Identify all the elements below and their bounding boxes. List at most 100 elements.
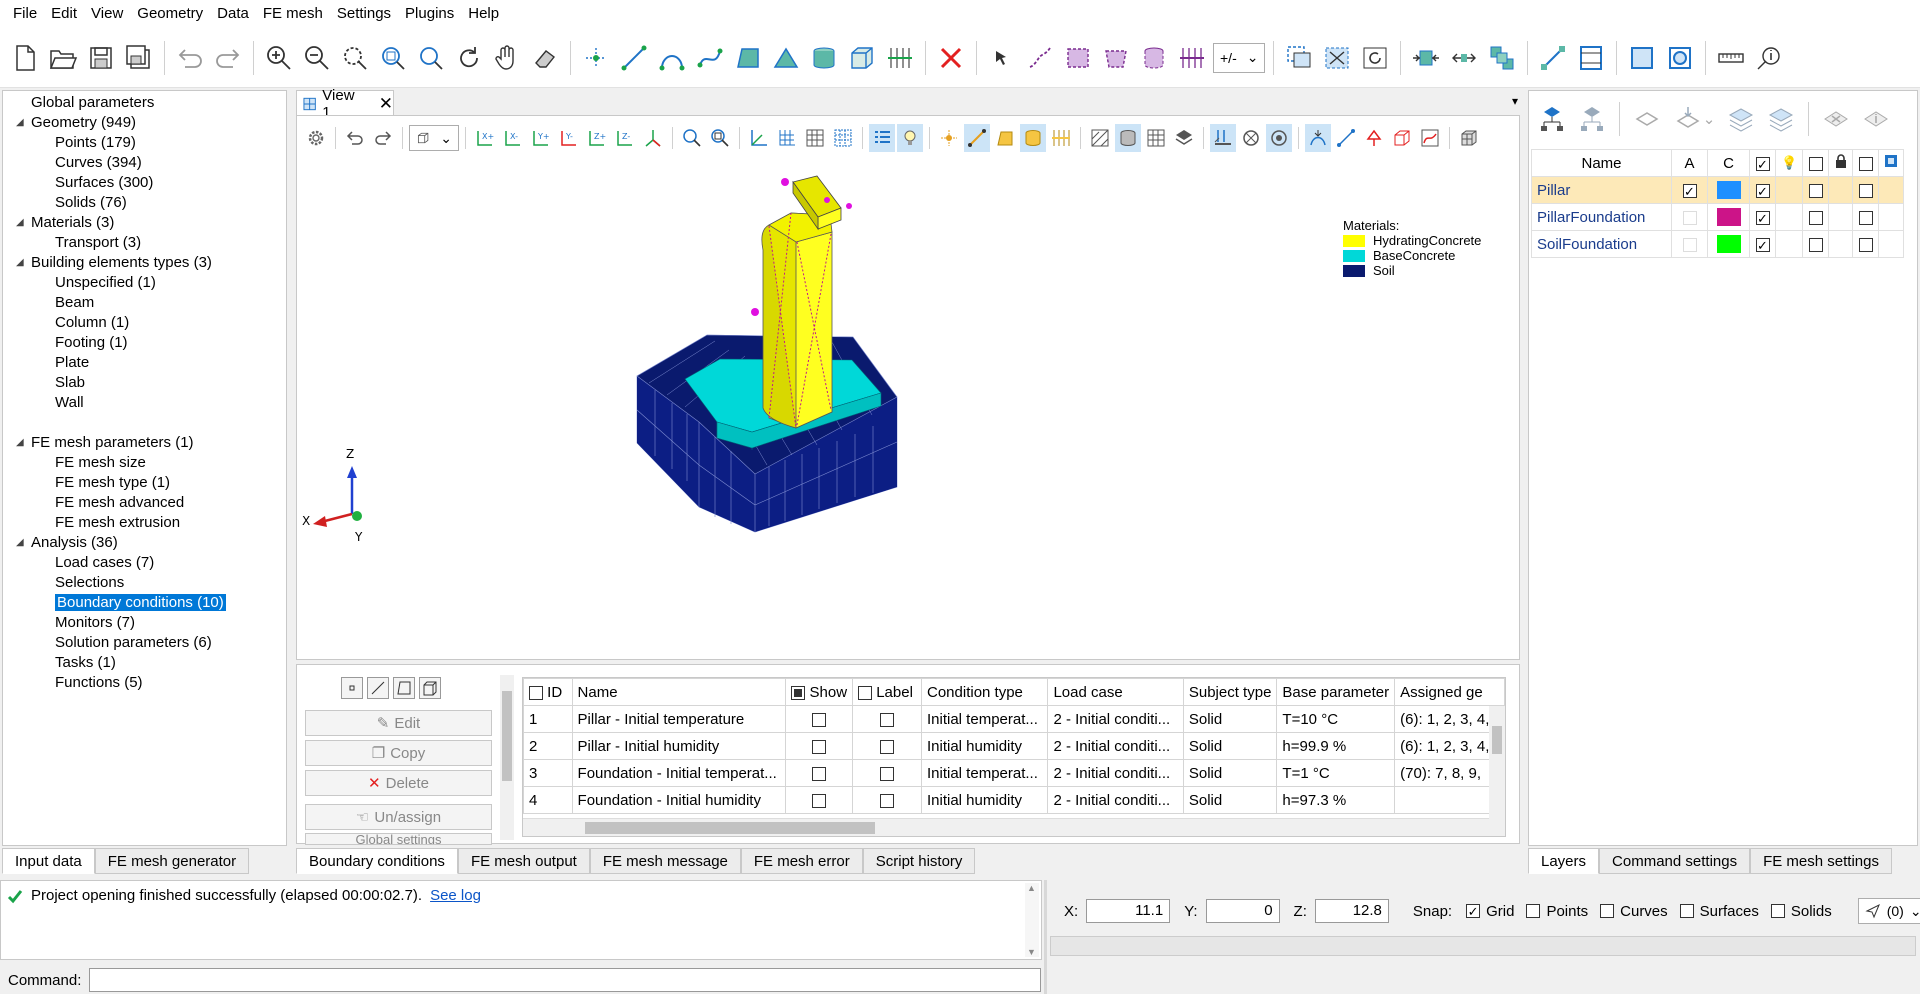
show-fe-mesh-icon[interactable] xyxy=(1115,124,1141,152)
show-surfaces-icon[interactable] xyxy=(992,124,1018,152)
show-extrusion-icon[interactable] xyxy=(1048,124,1074,152)
cell-condition-type[interactable]: Initial temperat... xyxy=(920,705,1049,733)
tree-node[interactable]: Footing (1) xyxy=(3,333,286,353)
tree-node[interactable]: Solids (76) xyxy=(3,193,286,213)
merge-icon[interactable] xyxy=(1485,41,1519,75)
filter-point-icon[interactable] xyxy=(341,677,363,699)
undo-icon[interactable] xyxy=(173,41,207,75)
show-checkbox[interactable] xyxy=(812,739,827,754)
layer-lock-checkbox[interactable] xyxy=(1808,210,1823,225)
layers-column-name[interactable]: Name xyxy=(1531,149,1672,177)
tree-node[interactable]: Monitors (7) xyxy=(3,613,286,633)
splitter[interactable] xyxy=(1044,880,1047,994)
label-checkbox[interactable] xyxy=(880,766,895,781)
cell-load-case[interactable]: 2 - Initial conditi... xyxy=(1047,786,1184,814)
layers-column-extra[interactable] xyxy=(1852,149,1880,177)
unassign-button[interactable]: ☜ Un/assign xyxy=(305,804,492,830)
tree-node[interactable]: ◢ Geometry (949) xyxy=(3,113,286,133)
tab-fe-mesh-generator[interactable]: FE mesh generator xyxy=(94,848,250,874)
show-solid-ids-icon[interactable] xyxy=(1389,124,1415,152)
view-cube-dropdown[interactable]: ⌄ xyxy=(409,125,459,151)
fe-mesh-icon[interactable] xyxy=(1625,41,1659,75)
tree-node[interactable]: Tasks (1) xyxy=(3,653,286,673)
cell-base-parameter[interactable]: h=99.9 % xyxy=(1276,732,1396,760)
layer-color-swatch[interactable] xyxy=(1716,181,1741,200)
tree-node[interactable]: Transport (3) xyxy=(3,233,286,253)
visible-all-checkbox[interactable] xyxy=(1755,156,1770,171)
tab-view-1[interactable]: View 1 ✕ xyxy=(296,87,394,121)
tab-fe-mesh-settings[interactable]: FE mesh settings xyxy=(1750,848,1892,874)
view-zoom-select-icon[interactable] xyxy=(707,124,733,152)
show-all-checkbox[interactable] xyxy=(791,685,806,700)
show-curves-icon[interactable] xyxy=(964,124,990,152)
cell-id[interactable]: 2 xyxy=(523,732,573,760)
tree-node[interactable]: ◢ Analysis (36) xyxy=(3,533,286,553)
tree-node[interactable]: ◢ FE mesh parameters (1) xyxy=(3,433,286,453)
column-load-case[interactable]: Load case xyxy=(1047,678,1184,706)
cell-name[interactable]: Pillar - Initial humidity xyxy=(571,732,787,760)
tab-fe-mesh-error[interactable]: FE mesh error xyxy=(740,848,863,874)
layers-column-visible[interactable] xyxy=(1749,149,1776,177)
coord-z-value[interactable]: 12.8 xyxy=(1314,899,1389,923)
show-loads-icon[interactable] xyxy=(1305,124,1331,152)
view-plus-z-icon[interactable]: Z+ xyxy=(584,124,610,152)
tree-node[interactable]: Solution parameters (6) xyxy=(3,633,286,653)
tree-node[interactable]: ◢ Building elements types (3) xyxy=(3,253,286,273)
tab-command-settings[interactable]: Command settings xyxy=(1599,848,1751,874)
cell-base-parameter[interactable]: h=97.3 % xyxy=(1276,786,1396,814)
layer-info-icon[interactable] xyxy=(1859,102,1893,136)
tab-script-history[interactable]: Script history xyxy=(862,848,976,874)
layers-stack-icon[interactable] xyxy=(1171,124,1197,152)
add-extrusion-icon[interactable] xyxy=(883,41,917,75)
show-fe-grid-icon[interactable] xyxy=(1143,124,1169,152)
cell-load-case[interactable]: 2 - Initial conditi... xyxy=(1047,705,1184,733)
column-subject-type[interactable]: Subject type xyxy=(1182,678,1278,706)
redo-icon[interactable] xyxy=(211,41,245,75)
table-v-scrollbar[interactable] xyxy=(1489,706,1505,820)
close-icon[interactable]: ✕ xyxy=(379,94,393,114)
show-3d-mesh-icon[interactable] xyxy=(1456,124,1482,152)
menu-plugins[interactable]: Plugins xyxy=(398,0,461,28)
tree-node[interactable]: Beam xyxy=(3,293,286,313)
frame-icon[interactable] xyxy=(1574,41,1608,75)
column-condition-type[interactable]: Condition type xyxy=(920,678,1049,706)
cell-load-case[interactable]: 2 - Initial conditi... xyxy=(1047,732,1184,760)
cell-base-parameter[interactable]: T=10 °C xyxy=(1276,705,1396,733)
add-solid-icon[interactable] xyxy=(845,41,879,75)
menu-settings[interactable]: Settings xyxy=(330,0,398,28)
layer-row[interactable]: Pillar xyxy=(1531,176,1905,204)
tree-node[interactable]: Load cases (7) xyxy=(3,553,286,573)
actions-scrollbar[interactable] xyxy=(500,675,514,840)
save-as-icon[interactable] xyxy=(122,41,156,75)
layer-extra-checkbox[interactable] xyxy=(1858,237,1873,252)
snap-option[interactable]: Grid xyxy=(1466,903,1514,920)
scroll-up-icon[interactable]: ▲ xyxy=(1027,883,1036,893)
view-plus-y-icon[interactable]: Y+ xyxy=(528,124,554,152)
select-solid-icon[interactable] xyxy=(1099,41,1133,75)
tree-node[interactable]: Slab xyxy=(3,373,286,393)
show-axes-icon[interactable] xyxy=(746,124,772,152)
label-checkbox[interactable] xyxy=(880,793,895,808)
layer-stack-icon[interactable] xyxy=(1724,102,1758,136)
expand-arrow-icon[interactable]: ◢ xyxy=(16,533,24,553)
delete-icon[interactable] xyxy=(934,41,968,75)
coord-x-value[interactable]: 11.1 xyxy=(1086,899,1171,923)
tab-layers[interactable]: Layers xyxy=(1528,848,1600,874)
snap-checkbox[interactable] xyxy=(1526,904,1541,918)
cell-subject-type[interactable]: Solid xyxy=(1182,705,1278,733)
menu-fe-mesh[interactable]: FE mesh xyxy=(256,0,330,28)
column-id[interactable]: ID xyxy=(523,678,573,706)
see-log-link[interactable]: See log xyxy=(430,887,481,904)
zoom-previous-icon[interactable] xyxy=(414,41,448,75)
light-bulb-icon[interactable] xyxy=(897,124,923,152)
layer-color-swatch[interactable] xyxy=(1716,235,1741,254)
layer-delete-icon[interactable] xyxy=(1819,102,1853,136)
add-surface-boundary-icon[interactable] xyxy=(769,41,803,75)
tree-node[interactable]: Surfaces (300) xyxy=(3,173,286,193)
layer-visible-checkbox[interactable] xyxy=(1755,210,1770,225)
snap-checkbox[interactable] xyxy=(1600,904,1615,918)
select-window-icon[interactable] xyxy=(1282,41,1316,75)
layer-active-checkbox[interactable] xyxy=(1682,183,1697,198)
select-surface-icon[interactable] xyxy=(1061,41,1095,75)
layer-active-checkbox[interactable] xyxy=(1682,237,1697,252)
